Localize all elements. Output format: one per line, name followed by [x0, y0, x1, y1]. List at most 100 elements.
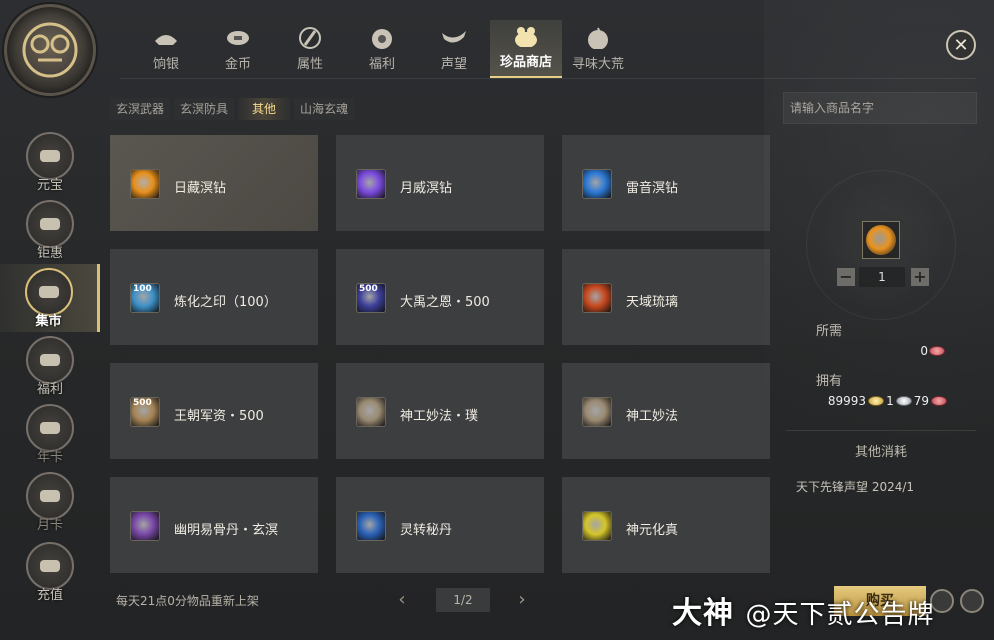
- left-nav-item-6[interactable]: 月卡: [0, 468, 100, 536]
- gold-currency-icon: [868, 396, 885, 406]
- attribute-brush-icon: [295, 24, 325, 50]
- top-tab-1[interactable]: 饷银: [130, 20, 202, 78]
- item-icon: [582, 169, 612, 199]
- quantity-decrease-button[interactable]: −: [837, 268, 855, 286]
- other-cost-title: 其他消耗: [854, 445, 907, 460]
- item-name: 王朝军资・500: [174, 409, 264, 424]
- next-page-button[interactable]: ›: [514, 590, 530, 610]
- item-name: 炼化之印（100）: [174, 295, 277, 310]
- quantity-input[interactable]: 1: [859, 267, 905, 287]
- reputation-scroll-icon: [439, 24, 469, 50]
- share-button[interactable]: [960, 589, 984, 613]
- top-tab-label: 饷银: [152, 57, 179, 72]
- shop-item-card[interactable]: 天域琉璃: [562, 249, 770, 345]
- refresh-note: 每天21点0分物品重新上架: [116, 594, 259, 608]
- other-cost-divider: [786, 430, 976, 431]
- pink-currency-icon: [929, 346, 945, 356]
- left-nav-item-4[interactable]: 福利: [0, 332, 100, 400]
- left-nav-label: 钜惠: [36, 245, 63, 261]
- year-card-icon: [26, 403, 74, 452]
- shop-item-card[interactable]: 神元化真: [562, 477, 770, 573]
- top-tab-4[interactable]: 福利: [346, 20, 418, 78]
- selected-item-icon: [866, 225, 896, 255]
- sub-tab-1[interactable]: 玄溟武器: [110, 98, 171, 120]
- yuanbao-ingot-icon: [26, 131, 74, 180]
- left-nav-item-5[interactable]: 年卡: [0, 400, 100, 468]
- item-icon: [130, 169, 160, 199]
- left-nav-label: 年卡: [36, 449, 63, 465]
- shop-item-card[interactable]: 500 王朝军资・500: [110, 363, 318, 459]
- selected-item-preview: [862, 221, 900, 259]
- required-cost: 0: [814, 339, 954, 363]
- item-icon: [356, 511, 386, 541]
- item-name: 幽明易骨丹・玄溟: [174, 523, 279, 538]
- treasure-pot-icon: [511, 22, 541, 48]
- top-tab-5[interactable]: 声望: [418, 20, 490, 78]
- top-divider: [120, 78, 976, 79]
- item-search-box: [783, 92, 977, 124]
- pink-currency-icon: [931, 396, 947, 406]
- top-tab-label: 声望: [440, 57, 467, 72]
- shop-window: 饷银 金币 属性 福利 声望 珍品商店 寻味大荒 ✕ 元宝 钜惠 集市 福利 年卡 月卡 充值 玄溟武器…: [0, 0, 994, 640]
- discount-box-icon: [26, 199, 74, 248]
- quantity-increase-button[interactable]: +: [911, 268, 929, 286]
- fruit-basket-icon: [583, 24, 613, 50]
- page-indicator: 1/2: [436, 588, 490, 612]
- shop-item-card[interactable]: 灵转秘丹: [336, 477, 544, 573]
- left-nav-label: 月卡: [36, 517, 63, 533]
- left-nav-label: 集市: [35, 313, 62, 329]
- left-nav-item-3[interactable]: 集市: [0, 264, 100, 332]
- item-icon: [356, 397, 386, 427]
- item-name: 大禹之恩・500: [400, 295, 490, 310]
- item-icon: 500: [356, 283, 386, 313]
- top-tab-label: 金币: [224, 57, 251, 72]
- shop-item-card[interactable]: 幽明易骨丹・玄溟: [110, 477, 318, 573]
- sub-tab-3[interactable]: 其他: [238, 98, 291, 120]
- silver-ingot-icon: [151, 24, 181, 50]
- sub-tab-2[interactable]: 玄溟防具: [174, 98, 235, 120]
- item-icon: [130, 511, 160, 541]
- item-name: 神元化真: [626, 523, 679, 538]
- close-button[interactable]: ✕: [946, 30, 976, 60]
- shop-item-card[interactable]: 月威溟钻: [336, 135, 544, 231]
- prev-page-button[interactable]: ‹: [394, 590, 410, 610]
- owned-label: 拥有: [816, 374, 843, 389]
- item-name: 天域琉璃: [626, 295, 679, 310]
- shop-item-card[interactable]: 500 大禹之恩・500: [336, 249, 544, 345]
- top-tab-bar: 饷银 金币 属性 福利 声望 珍品商店 寻味大荒: [130, 20, 634, 78]
- top-tab-2[interactable]: 金币: [202, 20, 274, 78]
- item-name: 灵转秘丹: [400, 523, 453, 538]
- item-icon: 500: [130, 397, 160, 427]
- left-nav-label: 充值: [36, 587, 63, 603]
- required-label: 所需: [816, 324, 843, 339]
- left-nav-label: 福利: [36, 381, 63, 397]
- sub-tab-bar: 玄溟武器 玄溟防具 其他 山海玄魂: [110, 98, 355, 120]
- shop-item-card[interactable]: 神工妙法・璞: [336, 363, 544, 459]
- sub-tab-4[interactable]: 山海玄魂: [294, 98, 355, 120]
- shop-item-card[interactable]: 100 炼化之印（100）: [110, 249, 318, 345]
- owned-silver-value: 1: [886, 394, 894, 408]
- market-coin-icon: [24, 267, 73, 316]
- top-tab-3[interactable]: 属性: [274, 20, 346, 78]
- silver-currency-icon: [895, 396, 912, 406]
- welfare-bag-icon: [367, 24, 397, 50]
- left-nav-item-7[interactable]: 充值: [0, 536, 100, 608]
- shop-item-card[interactable]: 日藏溟钻: [110, 135, 318, 231]
- watermark: 大神 @天下贰公告牌: [672, 588, 934, 632]
- top-tab-label: 属性: [296, 57, 323, 72]
- left-nav-item-2[interactable]: 钜惠: [0, 196, 100, 264]
- left-nav-label: 元宝: [36, 177, 63, 193]
- item-icon: [356, 169, 386, 199]
- left-nav-item-1[interactable]: 元宝: [0, 128, 100, 196]
- top-tab-6[interactable]: 珍品商店: [490, 20, 562, 78]
- item-search-input[interactable]: [790, 93, 976, 123]
- shop-item-card[interactable]: 神工妙法: [562, 363, 770, 459]
- item-icon: [582, 283, 612, 313]
- item-icon: [582, 511, 612, 541]
- top-tab-7[interactable]: 寻味大荒: [562, 20, 634, 78]
- shop-item-card[interactable]: 雷音溟钻: [562, 135, 770, 231]
- recharge-coins-icon: [26, 541, 74, 590]
- left-nav: 元宝钜惠集市福利年卡月卡充值: [0, 128, 100, 608]
- welfare-pouch-icon: [26, 335, 74, 384]
- close-icon: ✕: [953, 34, 969, 56]
